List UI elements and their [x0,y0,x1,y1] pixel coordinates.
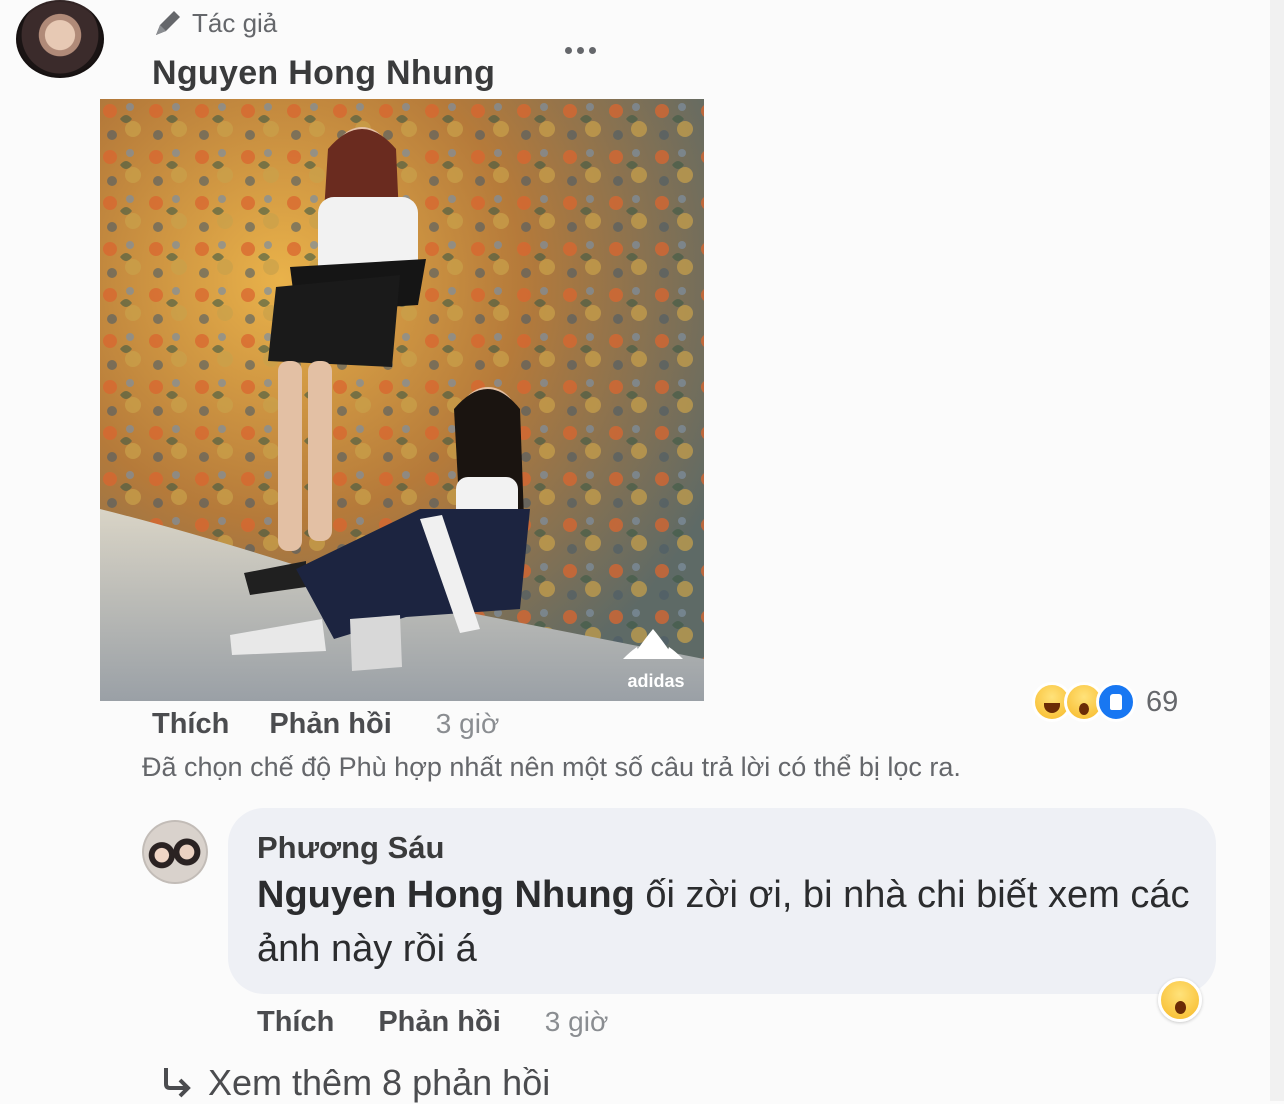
view-more-replies[interactable]: Xem thêm 8 phản hồi [158,1062,550,1104]
reply-text: Nguyen Hong Nhung ối zời ơi, bi nhà chi … [257,868,1197,976]
pen-icon [156,11,180,35]
author-avatar[interactable] [16,0,104,78]
wow-icon[interactable] [1158,978,1202,1022]
reply-author-name[interactable]: Phương Sáu [257,830,444,866]
view-more-replies-label: Xem thêm 8 phản hồi [208,1062,551,1103]
like-icon [1096,682,1136,722]
comment-actions: Thích Phản hồi 3 giờ [152,702,499,746]
reply-reply-button[interactable]: Phản hồi [378,1006,500,1039]
comment-photo[interactable]: adidas [100,99,704,701]
reply-actions: Thích Phản hồi 3 giờ [257,1000,608,1044]
comment-timestamp[interactable]: 3 giờ [436,708,500,740]
reaction-count: 69 [1146,685,1179,718]
more-options-icon[interactable] [565,40,601,60]
filter-note: Đã chọn chế độ Phù hợp nhất nên một số c… [142,752,961,782]
author-badge-label: Tác giả [192,7,278,38]
comment-author-name[interactable]: Nguyen Hong Nhung [152,54,495,93]
reply-timestamp[interactable]: 3 giờ [545,1006,609,1038]
reaction-summary[interactable]: 69 [1032,680,1178,724]
reply-like-button[interactable]: Thích [257,1006,334,1039]
author-badge: Tác giả [152,6,277,40]
like-button[interactable]: Thích [152,708,229,741]
reply-arrow-icon [164,1068,191,1098]
svg-text:adidas: adidas [627,671,684,691]
reply-button[interactable]: Phản hồi [269,708,391,741]
reply-author-avatar[interactable] [142,820,208,884]
reply-mention[interactable]: Nguyen Hong Nhung [257,874,635,916]
window-edge [1270,0,1284,1101]
